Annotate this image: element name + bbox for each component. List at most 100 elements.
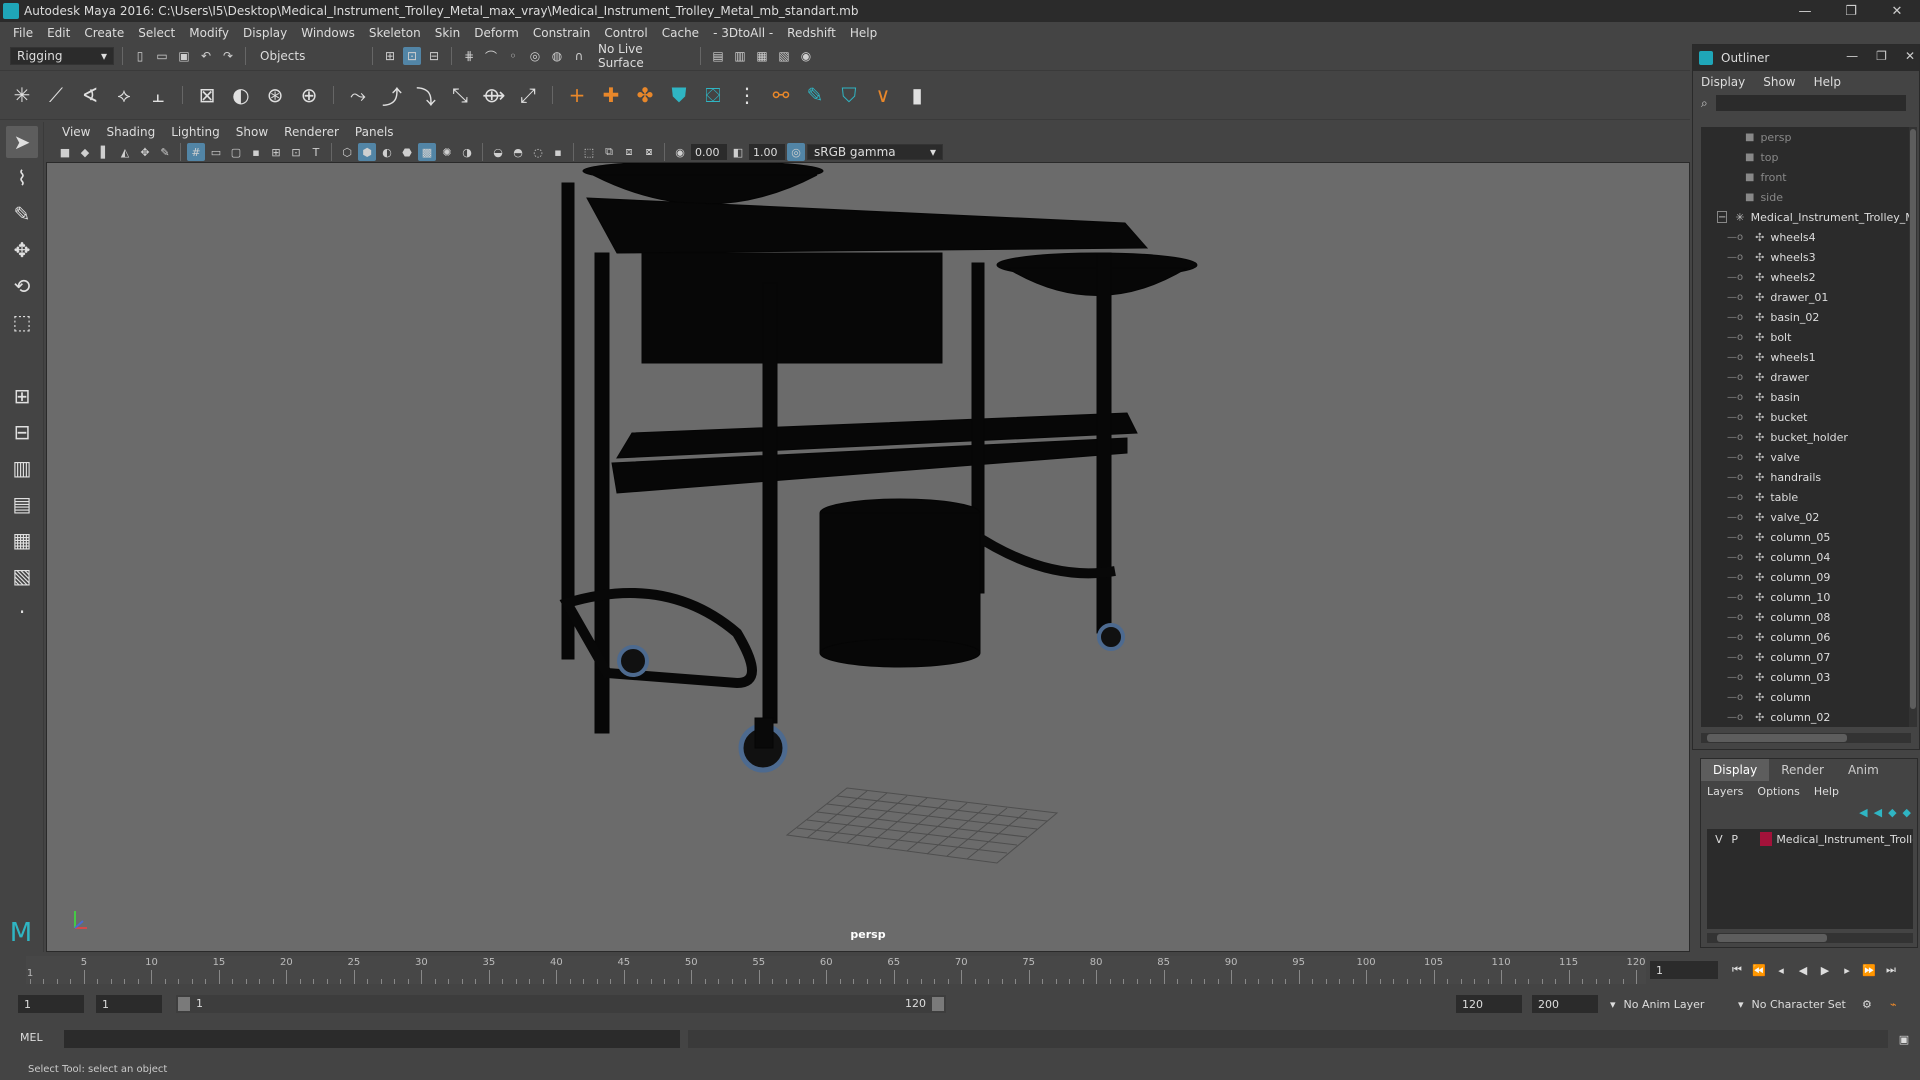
magnet-icon[interactable]: ∩	[570, 47, 588, 65]
anim-prefs-icon[interactable]: ⚙	[1862, 995, 1872, 1013]
exposure-field[interactable]: 0.00	[691, 144, 727, 160]
minimize-button[interactable]: —	[1782, 0, 1828, 22]
step-forward-frame-icon[interactable]: ▸	[1838, 961, 1856, 979]
view-transform-dropdown[interactable]: sRGB gamma ▾	[807, 144, 943, 160]
cluster-icon[interactable]: ⊕	[295, 81, 323, 109]
joint-orient-icon[interactable]: ⫠	[144, 81, 172, 109]
scale-constraint-icon[interactable]: ⤡	[446, 81, 474, 109]
play-backwards-icon[interactable]: ◀	[1794, 961, 1812, 979]
wireframe-on-shaded-icon[interactable]: ⬣	[398, 143, 416, 161]
collapse-icon[interactable]: −	[1717, 211, 1728, 223]
outliner-mesh-row[interactable]: —o ✣ drawer_01	[1701, 287, 1911, 307]
range-start-handle[interactable]	[178, 997, 190, 1011]
character-control-icon[interactable]: ⛋	[699, 81, 727, 109]
safe-title-icon[interactable]: T	[307, 143, 325, 161]
joint-tool-icon[interactable]: ✳	[8, 81, 36, 109]
anim-layer-dropdown[interactable]: ▾ No Anim Layer	[1610, 995, 1704, 1013]
maximize-button[interactable]: ❐	[1828, 0, 1874, 22]
two-d-pan-icon[interactable]: ✥	[136, 143, 154, 161]
textured-icon[interactable]: ▩	[418, 143, 436, 161]
snap-point-icon[interactable]: ◦	[504, 47, 522, 65]
set-driven-key-icon[interactable]: ⋮	[733, 81, 761, 109]
camera-attributes-icon[interactable]: ◆	[76, 143, 94, 161]
insert-joint-icon[interactable]: ⟡	[110, 81, 138, 109]
go-to-end-icon[interactable]: ⏭	[1882, 961, 1900, 979]
xray-components-icon[interactable]: ⧇	[640, 143, 658, 161]
auto-key-icon[interactable]: ⌁	[1890, 995, 1897, 1013]
field-chart-icon[interactable]: ⊞	[267, 143, 285, 161]
scroll-thumb[interactable]	[1910, 129, 1916, 709]
panel-menu-shading[interactable]: Shading	[98, 125, 163, 139]
maya-rig-icon[interactable]: ⛉	[835, 81, 863, 109]
outliner-mesh-row[interactable]: —o ✣ valve	[1701, 447, 1911, 467]
image-plane-icon[interactable]: ◭	[116, 143, 134, 161]
gate-mask-icon[interactable]: ▪	[247, 143, 265, 161]
outliner-mesh-row[interactable]: —o ✣ basin	[1701, 387, 1911, 407]
color-management-icon[interactable]: ◎	[787, 143, 805, 161]
persp-outliner-layout-icon[interactable]: ▥	[6, 452, 38, 484]
orient-constraint-icon[interactable]: ⤵	[412, 81, 440, 109]
outliner-search-input[interactable]	[1715, 95, 1906, 111]
outliner-mesh-row[interactable]: —o ✣ wheels2	[1701, 267, 1911, 287]
locator-icon[interactable]: +	[563, 81, 591, 109]
step-back-frame-icon[interactable]: ◂	[1772, 961, 1790, 979]
outliner-mesh-row[interactable]: —o ✣ column_02	[1701, 707, 1911, 727]
cluster-handle-icon[interactable]: ✚	[597, 81, 625, 109]
xray-icon[interactable]: ⧉	[600, 143, 618, 161]
new-layer-icon[interactable]: ◆	[1888, 806, 1896, 819]
menu-redshift[interactable]: Redshift	[780, 26, 843, 40]
select-tool-icon[interactable]: ➤	[6, 126, 38, 158]
shadows-icon[interactable]: ◑	[458, 143, 476, 161]
scroll-thumb[interactable]	[1717, 934, 1827, 942]
selection-mode-dropdown[interactable]: Objects	[254, 47, 364, 65]
outliner-menu-show[interactable]: Show	[1763, 75, 1795, 89]
character-set-dropdown[interactable]: ▾ No Character Set	[1738, 995, 1846, 1013]
gamma-field[interactable]: 1.00	[749, 144, 785, 160]
panel-menu-renderer[interactable]: Renderer	[276, 125, 347, 139]
perspective-viewport[interactable]: persp	[46, 162, 1690, 952]
ipr-render-icon[interactable]: ▦	[753, 47, 771, 65]
lasso-tool-icon[interactable]: ⌇	[6, 162, 38, 194]
undo-icon[interactable]: ↶	[197, 47, 215, 65]
outliner-menu-help[interactable]: Help	[1814, 75, 1841, 89]
move-layer-down-icon[interactable]: ◀	[1874, 806, 1882, 819]
paint-skin-icon[interactable]: ✎	[801, 81, 829, 109]
outliner-mesh-row[interactable]: —o ✣ table	[1701, 487, 1911, 507]
outliner-camera-row[interactable]: ■ persp	[1701, 127, 1911, 147]
wireframe-icon[interactable]: ⬡	[338, 143, 356, 161]
playback-end-field[interactable]: 120	[1456, 995, 1522, 1013]
outliner-vertical-scrollbar[interactable]	[1909, 127, 1917, 727]
safe-action-icon[interactable]: ⊡	[287, 143, 305, 161]
gamma-icon[interactable]: ◧	[729, 143, 747, 161]
menu-create[interactable]: Create	[77, 26, 131, 40]
outliner-mesh-row[interactable]: —o ✣ column	[1701, 687, 1911, 707]
step-back-key-icon[interactable]: ⏪	[1750, 961, 1768, 979]
menu-3dtoall[interactable]: - 3DtoAll -	[706, 26, 780, 40]
panel-menu-view[interactable]: View	[54, 125, 98, 139]
ik-rig-icon[interactable]: ✤	[631, 81, 659, 109]
outliner-mesh-row[interactable]: —o ✣ bolt	[1701, 327, 1911, 347]
outliner-camera-row[interactable]: ■ side	[1701, 187, 1911, 207]
layer-playback-toggle[interactable]: P	[1729, 832, 1741, 846]
outliner-mesh-row[interactable]: —o ✣ column_03	[1701, 667, 1911, 687]
small-layout-icon[interactable]: ·	[6, 596, 38, 628]
smooth-bind-icon[interactable]: ⊠	[193, 81, 221, 109]
outliner-horizontal-scrollbar[interactable]	[1701, 733, 1911, 743]
blend-shape-icon[interactable]: ⚯	[767, 81, 795, 109]
snap-surface-icon[interactable]: ◍	[548, 47, 566, 65]
layer-display-type-toggle[interactable]	[1745, 832, 1757, 846]
select-hierarchy-icon[interactable]: ⊞	[381, 47, 399, 65]
ik-spline-icon[interactable]: ∢	[76, 81, 104, 109]
anti-aliasing-icon[interactable]: ◓	[509, 143, 527, 161]
four-view-layout-icon[interactable]: ⊟	[6, 416, 38, 448]
range-bar[interactable]: 1 120	[176, 995, 946, 1013]
layer-visibility-toggle[interactable]: V	[1713, 832, 1725, 846]
outliner-mesh-row[interactable]: —o ✣ column_05	[1701, 527, 1911, 547]
outliner-camera-row[interactable]: ■ front	[1701, 167, 1911, 187]
hypershade-icon[interactable]: ◉	[797, 47, 815, 65]
parent-constraint-icon[interactable]: ⤳	[344, 81, 372, 109]
menu-deform[interactable]: Deform	[467, 26, 526, 40]
render-view-icon[interactable]: ▧	[775, 47, 793, 65]
range-end-handle[interactable]	[932, 997, 944, 1011]
command-input[interactable]	[64, 1030, 680, 1048]
